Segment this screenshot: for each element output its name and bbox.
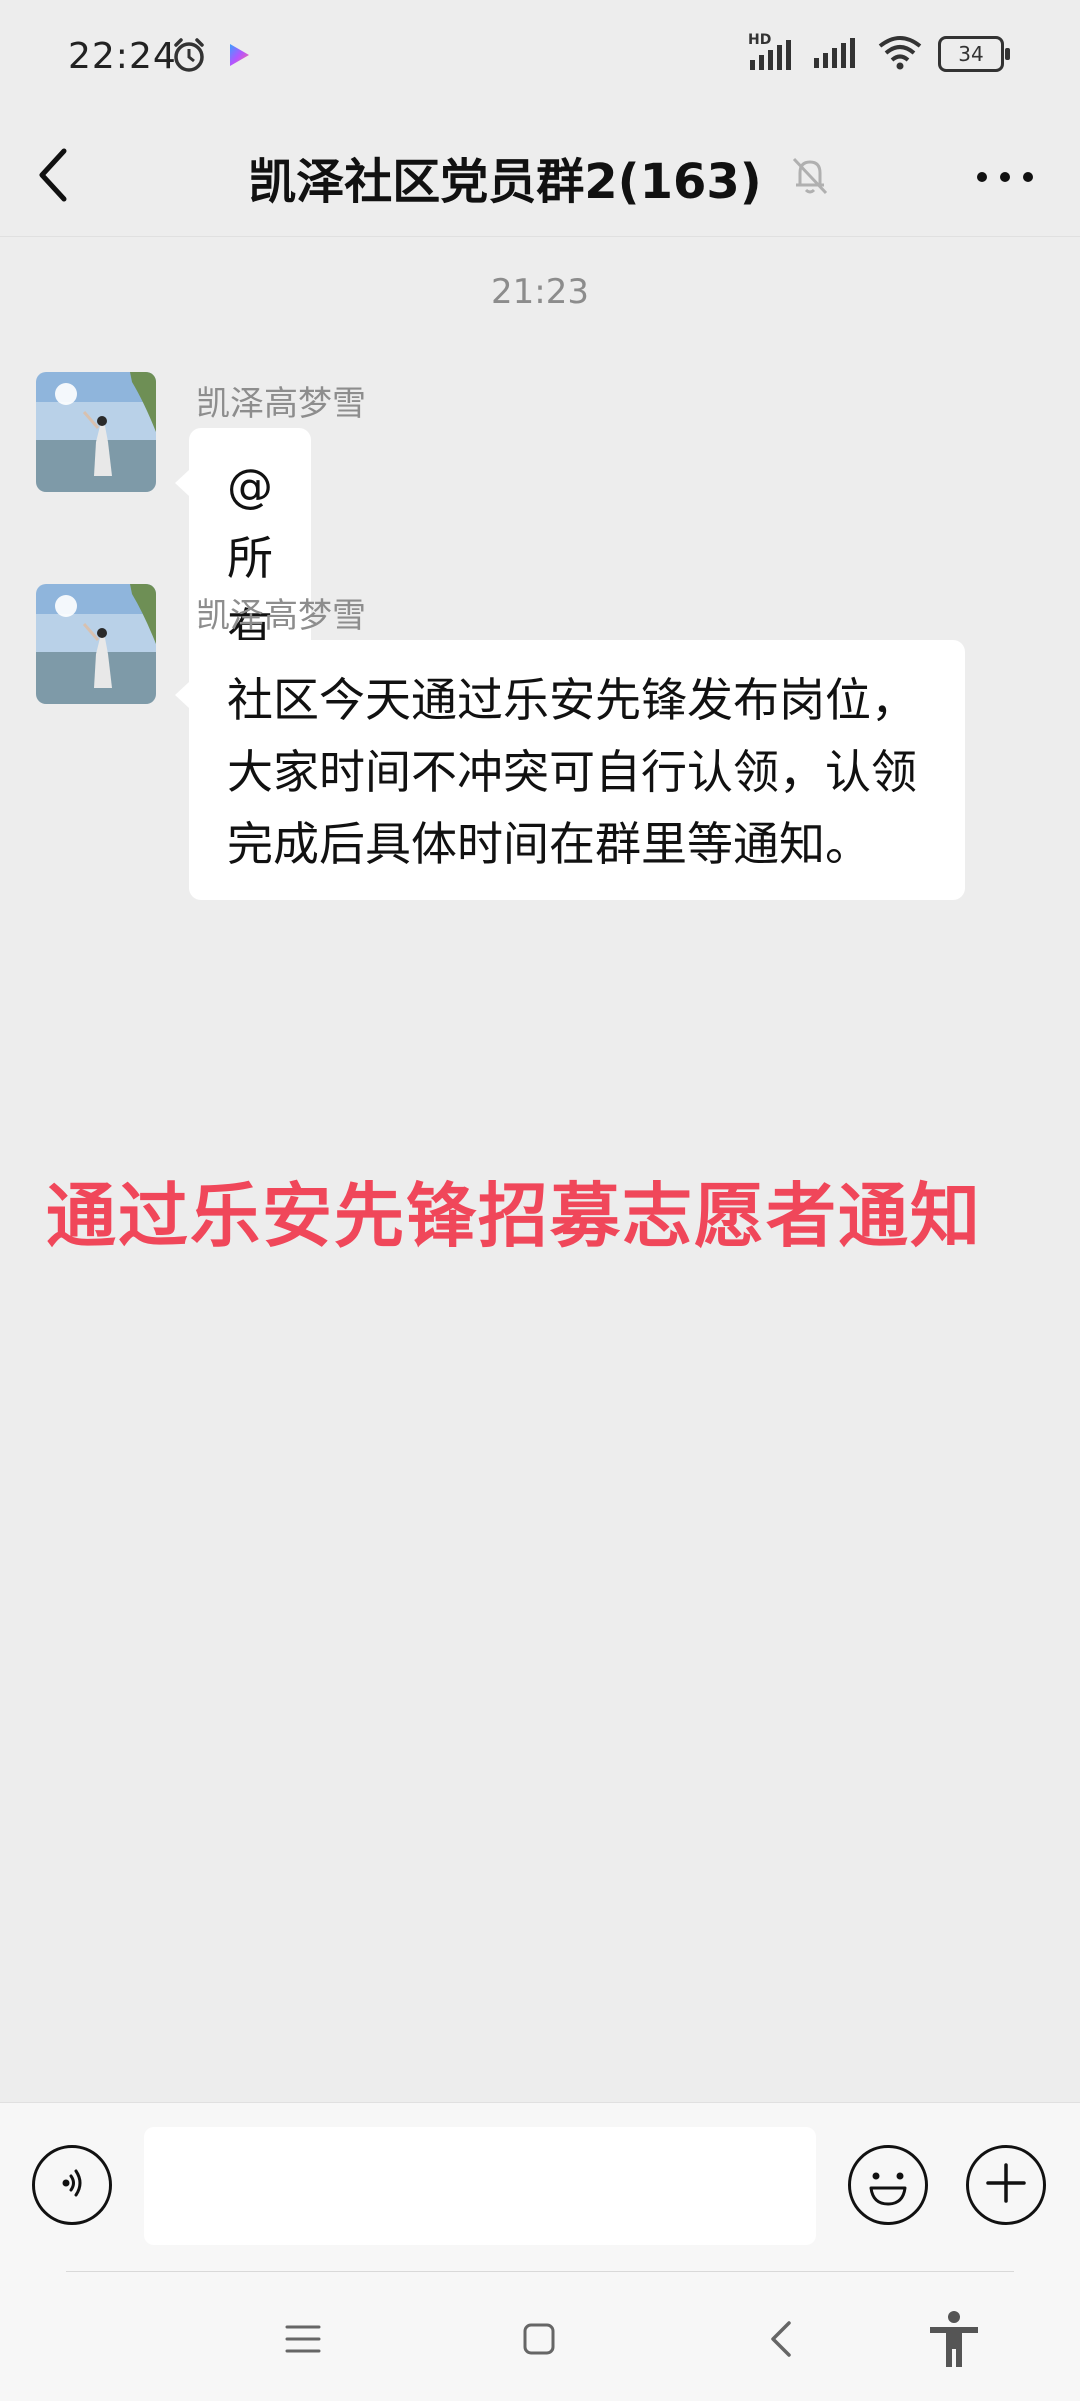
network-label: HD: [748, 32, 772, 48]
message-bubble[interactable]: 社区今天通过乐安先锋发布岗位，大家时间不冲突可自行认领，认领完成后具体时间在群里…: [175, 640, 965, 900]
input-bar: [0, 2102, 1080, 2401]
accessibility-button[interactable]: [914, 2301, 994, 2381]
chat-header: 凯泽社区党员群2(163): [0, 118, 1080, 237]
overlay-caption: 通过乐安先锋招募志愿者通知: [46, 1175, 982, 1257]
avatar[interactable]: [36, 372, 156, 492]
voice-button[interactable]: [32, 2145, 112, 2225]
more-button[interactable]: [970, 148, 1040, 208]
back-icon: [769, 2320, 793, 2362]
plus-button[interactable]: [966, 2145, 1046, 2225]
time-divider: 21:23: [491, 272, 589, 312]
plus-icon: [984, 2161, 1028, 2209]
home-icon: [522, 2322, 556, 2360]
voice-icon: [52, 2163, 92, 2207]
play-icon: [222, 39, 254, 75]
more-horizontal-icon: [975, 169, 1035, 188]
nav-back-button[interactable]: [741, 2301, 821, 2381]
recent-apps-button[interactable]: [263, 2301, 343, 2381]
signal-icon: [812, 34, 862, 74]
emoji-icon: [851, 2172, 925, 2226]
status-time: 22:24: [68, 36, 177, 77]
bell-off-icon: [788, 153, 832, 201]
home-button[interactable]: [499, 2301, 579, 2381]
accessibility-icon: [926, 2309, 982, 2373]
system-nav-bar: [0, 2273, 1080, 2401]
divider: [66, 2271, 1014, 2272]
chat-title: 凯泽社区党员群2(163): [248, 154, 762, 210]
emoji-button[interactable]: [848, 2145, 928, 2225]
alarm-icon: [170, 36, 208, 78]
avatar[interactable]: [36, 584, 156, 704]
signal-icon: HD: [748, 32, 798, 72]
menu-icon: [285, 2324, 321, 2358]
sender-name: 凯泽高梦雪: [196, 596, 366, 636]
status-bar: 22:24 HD 34: [0, 0, 1080, 118]
battery-icon: 34: [938, 36, 1010, 72]
wifi-icon: [876, 34, 924, 74]
message-input[interactable]: [144, 2127, 816, 2245]
sender-name: 凯泽高梦雪: [196, 384, 366, 424]
